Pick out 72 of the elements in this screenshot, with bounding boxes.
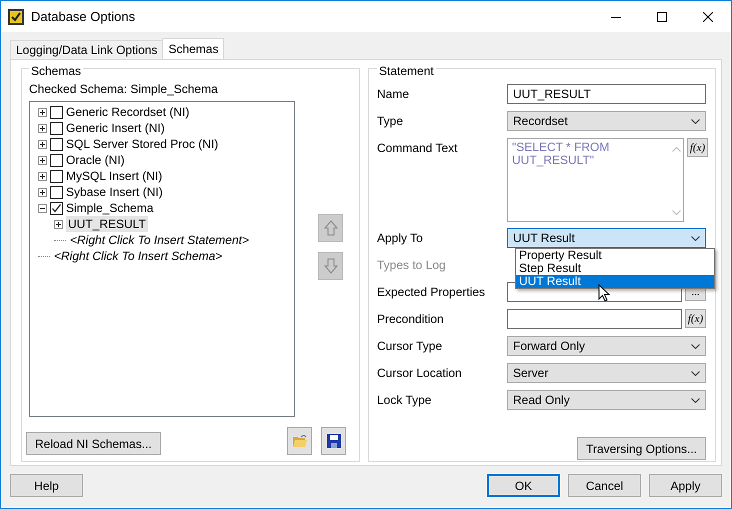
tree-item[interactable]: UUT_RESULT	[66, 216, 148, 232]
window-title: Database Options	[31, 8, 136, 26]
dropdown[interactable]: Recordset	[507, 111, 706, 131]
tree-item[interactable]: Generic Recordset (NI)	[64, 104, 192, 120]
input-field[interactable]: UUT_RESULT	[507, 84, 706, 104]
field-label: Apply To	[377, 230, 424, 247]
checked-schema-label: Checked Schema: Simple_Schema	[29, 81, 219, 98]
dropdown-option[interactable]: UUT Result	[516, 275, 714, 288]
app-icon	[8, 8, 24, 24]
field-label: Precondition	[377, 311, 445, 328]
dropdown[interactable]: UUT Result	[507, 228, 706, 248]
tree-item[interactable]: MySQL Insert (NI)	[64, 168, 164, 184]
expand-icon[interactable]	[54, 220, 63, 228]
dialog-button[interactable]: OK	[487, 474, 560, 497]
close-icon	[703, 12, 713, 22]
field-label: Command Text	[377, 140, 458, 157]
dropdown[interactable]: Forward Only	[507, 336, 706, 356]
dialog-button[interactable]: Help	[10, 474, 83, 497]
tree-hint: <Right Click To Insert Schema>	[53, 248, 224, 264]
dialog-button[interactable]: Cancel	[568, 474, 641, 497]
expression-button[interactable]: f(x)	[687, 138, 708, 157]
field-label: Cursor Location	[377, 365, 463, 382]
dropdown[interactable]: Server	[507, 363, 706, 383]
dialog-button[interactable]: Apply	[649, 474, 722, 497]
text-area[interactable]: "SELECT * FROM UUT_RESULT"	[507, 138, 684, 222]
expand-icon[interactable]	[38, 124, 47, 132]
reload-button[interactable]: Reload NI Schemas...	[26, 432, 161, 455]
field-label: Name	[377, 86, 410, 103]
chevron-down-icon	[691, 236, 700, 240]
checkbox[interactable]	[50, 154, 63, 166]
tab[interactable]: Logging/Data Link Options	[10, 40, 164, 59]
tree-item[interactable]: Generic Insert (NI)	[64, 120, 167, 136]
field-label: Lock Type	[377, 392, 432, 409]
field-label: Cursor Type	[377, 338, 444, 355]
folder-icon	[292, 434, 308, 448]
tree-item[interactable]: Simple_Schema	[64, 200, 156, 216]
expand-icon[interactable]	[38, 172, 47, 180]
checkbox[interactable]	[50, 186, 63, 198]
chevron-down-icon	[691, 398, 700, 402]
checkbox[interactable]	[50, 170, 63, 182]
chevron-down-icon	[691, 118, 700, 124]
expand-icon[interactable]	[38, 108, 47, 116]
checkbox[interactable]	[50, 202, 63, 214]
scroll-down-icon	[672, 210, 681, 215]
dropdown-option[interactable]: Step Result	[516, 262, 714, 275]
collapse-icon[interactable]	[38, 204, 47, 212]
checkbox[interactable]	[50, 138, 63, 150]
field-label: Expected Properties	[377, 284, 486, 301]
traversing-options-button[interactable]: Traversing Options...	[577, 437, 706, 460]
tab[interactable]: Schemas	[162, 38, 224, 59]
chevron-down-icon	[691, 344, 700, 348]
dropdown-option[interactable]: Property Result	[516, 249, 714, 262]
tree-item[interactable]: Sybase Insert (NI)	[64, 184, 165, 200]
field-label: Types to Log	[377, 257, 447, 274]
up-arrow-icon	[324, 220, 338, 236]
tree-hint: <Right Click To Insert Statement>	[69, 232, 250, 248]
maximize-icon	[657, 12, 667, 22]
expand-icon[interactable]	[38, 140, 47, 148]
chevron-down-icon	[691, 370, 700, 376]
down-arrow-icon	[324, 258, 338, 274]
scroll-up-icon	[672, 147, 681, 152]
checkbox[interactable]	[50, 106, 63, 118]
tree-item[interactable]: Oracle (NI)	[64, 152, 127, 168]
dropdown[interactable]: Read Only	[507, 390, 706, 410]
input-field[interactable]	[507, 309, 682, 329]
field-label: Type	[377, 113, 404, 130]
expand-icon[interactable]	[38, 156, 47, 164]
tree-item[interactable]: SQL Server Stored Proc (NI)	[64, 136, 220, 152]
expression-button[interactable]: f(x)	[685, 309, 706, 328]
checkbox[interactable]	[50, 122, 63, 134]
expand-icon[interactable]	[38, 188, 47, 196]
save-button[interactable]	[321, 427, 346, 455]
